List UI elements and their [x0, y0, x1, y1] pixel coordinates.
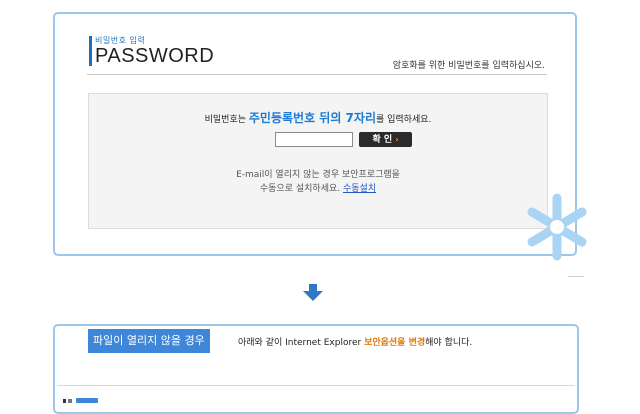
password-panel: 비밀번호 입력 PASSWORD 암호화를 위한 비밀번호를 입력하십시오. 비…	[53, 12, 577, 256]
security-option-panel: 파일이 열리지 않을 경우 아래와 같이 Internet Explorer 보…	[53, 324, 579, 414]
option-text-prefix: 아래와 같이 Internet Explorer	[238, 338, 365, 348]
heading-divider	[87, 74, 547, 75]
instruction-highlight: 주민등록번호 뒤의 7자리	[248, 111, 376, 125]
down-arrow-icon	[303, 284, 323, 301]
chevron-right-icon: ›	[395, 135, 399, 144]
note-line-2-text: 수동으로 설치하세요.	[259, 184, 341, 194]
confirm-label: 확 인	[372, 135, 393, 145]
file-not-opening-label: 파일이 열리지 않을 경우	[88, 329, 210, 353]
security-option-text: 아래와 같이 Internet Explorer 보안옵션을 변경해야 합니다.	[238, 335, 472, 348]
password-input[interactable]	[275, 132, 353, 147]
manual-install-link[interactable]: 수동설치	[343, 184, 376, 194]
encryption-hint: 암호화를 위한 비밀번호를 입력하십시오.	[392, 61, 545, 71]
password-title: PASSWORD	[95, 45, 215, 67]
option-text-highlight: 보안옵션을 변경	[364, 338, 426, 348]
password-form: 비밀번호는 주민등록번호 뒤의 7자리를 입력하세요. 확 인 › E-mail이…	[88, 93, 548, 229]
note-line-2: 수동으로 설치하세요. 수동설치	[89, 182, 547, 196]
asterisk-icon	[527, 193, 587, 261]
confirm-button[interactable]: 확 인 ›	[359, 132, 412, 147]
note-line-1: E-mail이 열리지 않는 경우 보안프로그램을	[236, 170, 400, 180]
instruction-prefix: 비밀번호는	[204, 115, 249, 125]
option-divider	[57, 385, 575, 386]
instruction-suffix: 를 입력하세요.	[375, 115, 432, 125]
truncated-toolbar-fragment	[63, 398, 111, 404]
fragment-mark-3	[76, 398, 98, 403]
password-heading: 비밀번호 입력 PASSWORD	[89, 36, 214, 66]
security-program-note: E-mail이 열리지 않는 경우 보안프로그램을 수동으로 설치하세요. 수동…	[89, 168, 547, 196]
password-instruction: 비밀번호는 주민등록번호 뒤의 7자리를 입력하세요.	[89, 109, 547, 126]
option-text-suffix: 해야 합니다.	[425, 338, 473, 348]
decor-line	[568, 276, 584, 277]
